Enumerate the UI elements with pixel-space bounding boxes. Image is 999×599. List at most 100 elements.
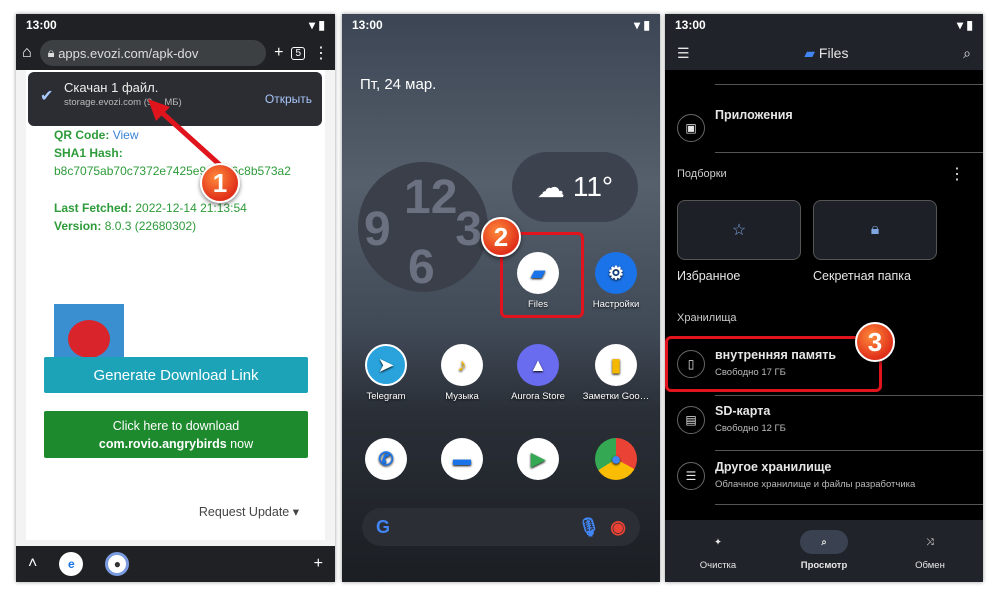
highlight-box bbox=[665, 336, 882, 392]
app-keep-notes[interactable]: ▮ Заметки Goo… bbox=[580, 344, 652, 402]
status-bar: 13:00 ▾ ▮ bbox=[342, 14, 660, 36]
chrome-icon: ● bbox=[595, 438, 637, 480]
nav-clean[interactable]: ✦ Очистка bbox=[694, 530, 742, 582]
open-button[interactable]: Открыть bbox=[265, 92, 312, 106]
dock-chrome[interactable]: ● bbox=[580, 438, 652, 485]
search-icon[interactable]: ⌕ bbox=[963, 45, 971, 62]
app-music[interactable]: ♪ Музыка bbox=[426, 344, 498, 402]
home-screen: 13:00 ▾ ▮ Пт, 24 мар. 12 9 3 6 ☁ 11° ▰ Files ⚙… bbox=[342, 14, 660, 582]
more-options-icon[interactable]: ⋮ bbox=[949, 164, 965, 184]
date-widget[interactable]: Пт, 24 мар. bbox=[360, 76, 436, 93]
google-icon: G bbox=[376, 516, 391, 537]
app-aurora-store[interactable]: ▲ Aurora Store bbox=[502, 344, 574, 402]
temperature: 11° bbox=[572, 171, 614, 202]
qr-view-link[interactable]: View bbox=[113, 128, 139, 142]
status-bar: 13:00 ▾ ▮ bbox=[665, 14, 983, 36]
bottom-navigation: ✦ Очистка ⌕ Просмотр ⤨ Обмен bbox=[665, 520, 983, 582]
nav-share[interactable]: ⤨ Обмен bbox=[906, 530, 954, 582]
play-store-icon: ▶ bbox=[517, 438, 559, 480]
fetched-label: Last Fetched: bbox=[54, 201, 133, 215]
secret-folder-label: Секретная папка bbox=[813, 269, 911, 283]
add-tab-icon[interactable]: + bbox=[314, 555, 323, 573]
version-value: 8.0.3 (22680302) bbox=[104, 219, 197, 233]
favorites-label: Избранное bbox=[677, 269, 741, 283]
cloud-moon-icon: ☁ bbox=[536, 171, 565, 203]
new-tab-icon[interactable]: + bbox=[274, 44, 283, 62]
app-title: Files bbox=[818, 44, 849, 61]
app-label: Музыка bbox=[445, 391, 479, 402]
url-text: apps.evozi.com/apk-dov bbox=[58, 45, 199, 61]
step-badge-3: 3 bbox=[855, 322, 895, 362]
storage-list-icon: ☰ bbox=[677, 462, 705, 490]
download-button[interactable]: Click here to download com.rovio.angrybir… bbox=[44, 411, 308, 458]
browser-toolbar: ⌂ 🔒︎ apps.evozi.com/apk-dov + 5 ⋮ bbox=[16, 36, 335, 70]
music-icon: ♪ bbox=[441, 344, 483, 386]
phone-icon: ✆ bbox=[365, 438, 407, 480]
messages-icon: ▬ bbox=[441, 438, 483, 480]
request-update-dropdown[interactable]: Request Update ▾ bbox=[199, 504, 299, 519]
row-title: Другое хранилище bbox=[715, 460, 832, 474]
step-badge-1: 1 bbox=[200, 163, 240, 203]
app-bar: ☰ ▰ Files ⌕ bbox=[665, 36, 983, 70]
settings-icon: ⚙ bbox=[595, 252, 637, 294]
tab-strip: ˄ e ● + bbox=[16, 546, 335, 582]
qr-label: QR Code: bbox=[54, 128, 110, 142]
request-update-label: Request Update bbox=[198, 505, 290, 519]
row-title: SD-карта bbox=[715, 404, 771, 418]
storage-other[interactable]: ☰ Другое хранилище Облачное хранилище и фа… bbox=[665, 452, 983, 502]
dock-play-store[interactable]: ▶ bbox=[502, 438, 574, 485]
hamburger-menu-icon[interactable]: ☰ bbox=[677, 45, 690, 62]
sd-card-icon: ▤ bbox=[677, 406, 705, 434]
section-header: Хранилища bbox=[677, 312, 737, 324]
lens-icon[interactable]: ◉ bbox=[610, 517, 626, 537]
browse-icon: ⌕ bbox=[800, 530, 848, 554]
generate-download-link-button[interactable]: Generate Download Link bbox=[44, 357, 308, 393]
app-label: Настройки bbox=[592, 299, 640, 310]
dock-messages[interactable]: ▬ bbox=[426, 438, 498, 485]
fetched-value: 2022-12-14 21:13:54 bbox=[135, 201, 247, 215]
files-app: 13:00 ▾ ▮ ☰ ▰ Files ⌕ ▣ Приложения Подборки … bbox=[665, 14, 983, 582]
address-bar[interactable]: 🔒︎ apps.evozi.com/apk-dov bbox=[39, 40, 267, 66]
download-suffix: now bbox=[226, 437, 254, 451]
google-search-bar[interactable]: G 🎙︎ ◉ bbox=[362, 508, 640, 546]
storage-sd-card[interactable]: ▤ SD-карта Свободно 12 ГБ bbox=[665, 396, 983, 446]
mic-icon[interactable]: 🎙︎ bbox=[577, 517, 600, 537]
dock-phone[interactable]: ✆ bbox=[350, 438, 422, 485]
app-label: Telegram bbox=[366, 391, 406, 402]
status-icons: ▾ ▮ bbox=[957, 18, 973, 32]
files-logo-icon: ▰ bbox=[804, 44, 816, 61]
aurora-store-icon: ▲ bbox=[517, 344, 559, 386]
app-label: Aurora Store bbox=[511, 391, 565, 402]
weather-widget[interactable]: ☁ 11° bbox=[512, 152, 638, 222]
nav-browse[interactable]: ⌕ Просмотр bbox=[800, 530, 848, 582]
nav-label: Очистка bbox=[699, 560, 737, 571]
status-time: 13:00 bbox=[675, 18, 706, 32]
category-apps[interactable]: ▣ Приложения bbox=[665, 104, 983, 154]
step-badge-2: 2 bbox=[481, 217, 521, 257]
app-settings[interactable]: ⚙ Настройки bbox=[580, 252, 652, 310]
secret-folder-tile[interactable]: 🔒︎ bbox=[813, 200, 937, 260]
share-icon: ⤨ bbox=[926, 536, 934, 548]
chevron-up-icon[interactable]: ˄ bbox=[28, 555, 37, 573]
status-time: 13:00 bbox=[352, 18, 383, 32]
app-telegram[interactable]: ➤ Telegram bbox=[350, 344, 422, 402]
status-icons: ▾ ▮ bbox=[309, 18, 325, 32]
sha-label: SHA1 Hash: bbox=[54, 146, 123, 160]
home-icon[interactable]: ⌂ bbox=[22, 44, 32, 62]
tab-active[interactable]: ● bbox=[105, 552, 130, 576]
nav-label: Просмотр bbox=[800, 560, 848, 571]
nav-label: Обмен bbox=[915, 560, 945, 571]
check-icon: ✔ bbox=[40, 88, 54, 105]
download-line1: Click here to download bbox=[112, 419, 240, 433]
favorites-tile[interactable]: ☆ bbox=[677, 200, 801, 260]
tab-count-button[interactable]: 5 bbox=[291, 46, 305, 60]
tab-evozi[interactable]: e bbox=[59, 552, 84, 576]
lock-icon: 🔒︎ bbox=[47, 45, 59, 60]
status-bar: 13:00 ▾ ▮ bbox=[16, 14, 335, 36]
menu-icon[interactable]: ⋮ bbox=[313, 43, 329, 63]
row-subtitle: Облачное хранилище и файлы разработчика bbox=[715, 479, 916, 490]
clock-widget[interactable]: 12 9 3 6 bbox=[358, 162, 488, 294]
lock-icon: 🔒︎ bbox=[870, 221, 880, 238]
status-icons: ▾ ▮ bbox=[634, 18, 650, 32]
star-icon: ☆ bbox=[731, 222, 747, 239]
